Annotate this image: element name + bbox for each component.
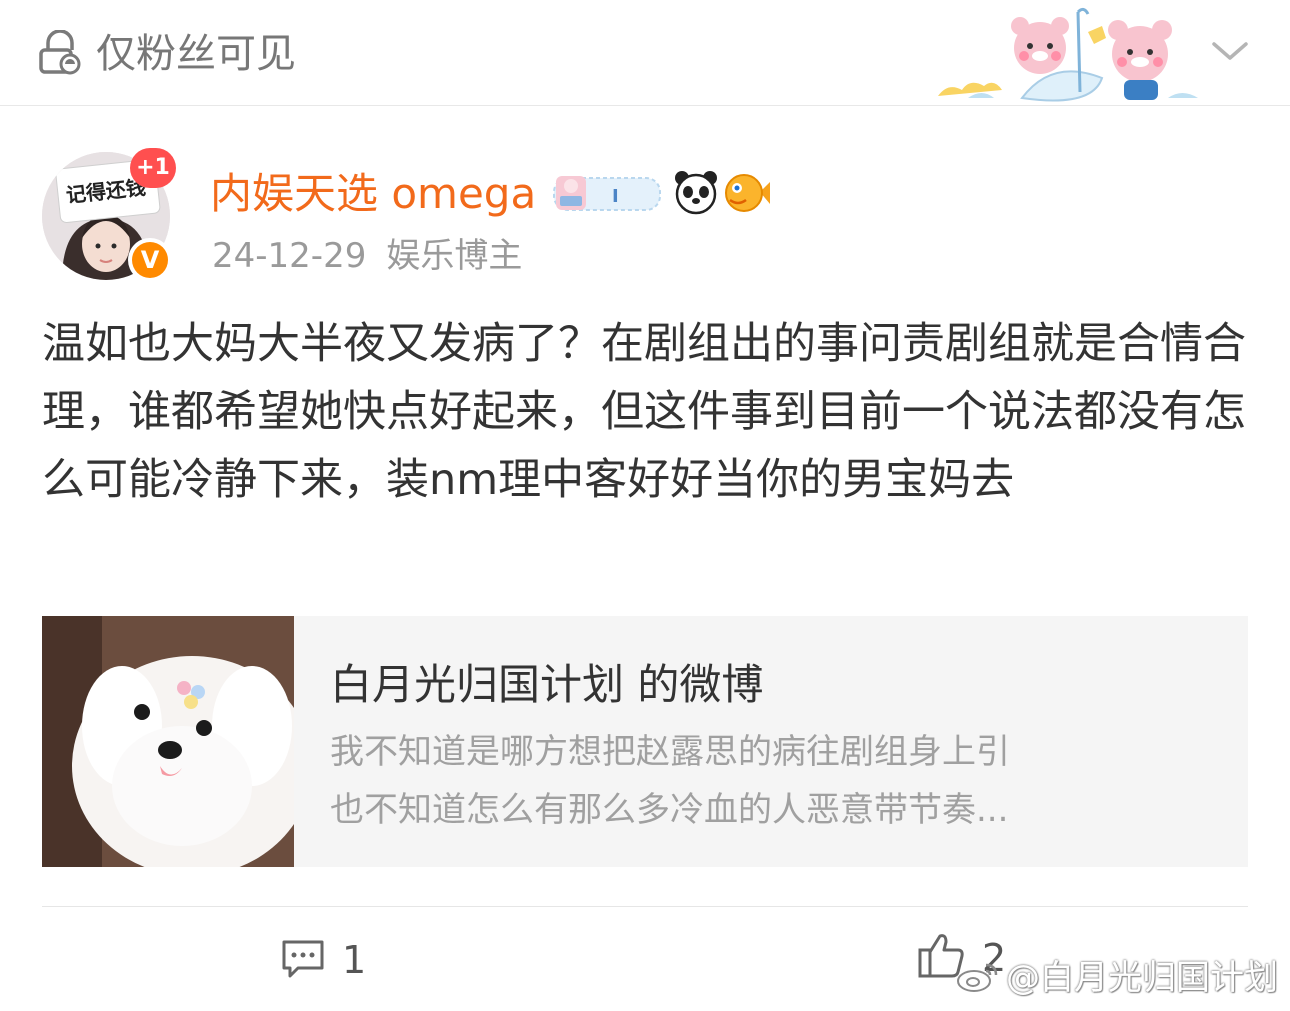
visibility-bar: 仅粉丝可见: [0, 0, 1290, 106]
author-category: 娱乐博主: [386, 236, 523, 276]
comment-icon: [282, 940, 324, 978]
verified-v-icon: V: [132, 242, 168, 278]
badge-strip-char: I: [612, 186, 619, 207]
bears-umbrella-sticker: [938, 7, 1198, 102]
white-puppy-image: [42, 616, 294, 867]
weibo-logo-icon: [957, 963, 998, 992]
comment-button[interactable]: 1: [280, 934, 400, 986]
weibo-post-screen: 仅粉丝可见 记得还钱 +1 V 内娱天选 omega I 24-12-29 娱乐…: [0, 0, 1290, 1011]
author-name[interactable]: 内娱天选 omega: [210, 166, 536, 222]
chevron-down-icon[interactable]: [1208, 36, 1252, 66]
watermark-text: @白月光归国计划: [1006, 958, 1278, 998]
repost-card[interactable]: 白月光归国计划 的微博 我不知道是哪方想把赵露思的病往剧组身上引 也不知道怎么有…: [42, 616, 1248, 867]
post-date: 24-12-29: [212, 236, 367, 276]
verified-badge: V: [128, 238, 172, 282]
repost-excerpt-line-1: 我不知道是哪方想把赵露思的病往剧组身上引: [330, 732, 1010, 772]
lock-fans-only-icon: [39, 30, 81, 75]
pufferfish-icon: [725, 174, 770, 212]
watermark: @白月光归国计划: [956, 954, 1278, 1002]
plus-badge: +1: [130, 148, 176, 188]
repost-excerpt-line-2: 也不知道怎么有那么多冷血的人恶意带节奏...: [330, 790, 1009, 830]
post-meta: 24-12-29 娱乐博主: [212, 232, 522, 280]
panda-icon: [675, 171, 717, 215]
footer-divider: [42, 906, 1248, 907]
repost-thumbnail: [42, 616, 294, 867]
membership-badge-strip-icon: I: [553, 176, 661, 211]
visibility-label: 仅粉丝可见: [96, 31, 296, 77]
repost-title: 白月光归国计划 的微博: [330, 660, 764, 709]
comment-count: 1: [342, 938, 367, 982]
post-text: 温如也大妈大半夜又发病了？在剧组出的事问责剧组就是合情合理，谁都希望她快点好起来…: [42, 319, 1246, 505]
